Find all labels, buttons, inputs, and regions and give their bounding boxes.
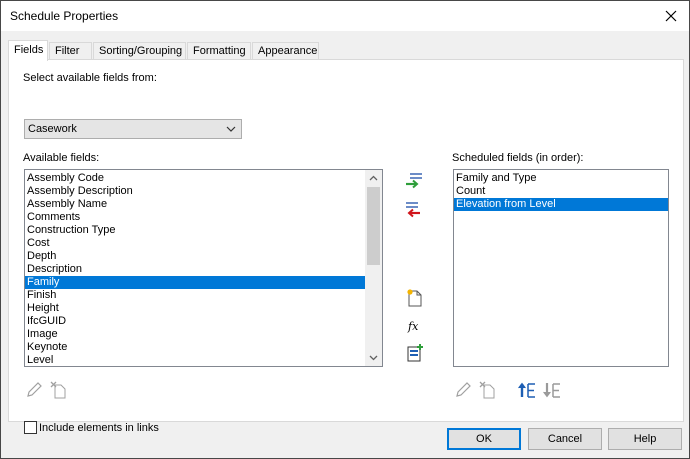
list-item[interactable]: Family and Type bbox=[454, 172, 668, 185]
delete-parameter-icon[interactable] bbox=[49, 380, 69, 400]
list-item[interactable]: Elevation from Level bbox=[454, 198, 668, 211]
list-item[interactable]: Height bbox=[25, 302, 365, 315]
fields-panel: Select available fields from: Casework A… bbox=[8, 59, 684, 434]
help-button[interactable]: Help bbox=[608, 428, 682, 450]
scheduled-fields-label: Scheduled fields (in order): bbox=[452, 152, 584, 164]
tab-fields[interactable]: Fields bbox=[8, 40, 48, 61]
list-item[interactable]: Image bbox=[25, 328, 365, 341]
list-item[interactable]: Assembly Name bbox=[25, 198, 365, 211]
available-fields-list[interactable]: Assembly Code Assembly Description Assembl… bbox=[24, 169, 383, 367]
category-select-value: Casework bbox=[28, 123, 77, 135]
move-down-icon[interactable] bbox=[542, 380, 562, 400]
list-item[interactable]: Finish bbox=[25, 289, 365, 302]
delete-scheduled-field-icon[interactable] bbox=[478, 380, 498, 400]
move-up-icon[interactable] bbox=[517, 380, 537, 400]
edit-parameter-icon[interactable] bbox=[24, 380, 44, 400]
list-item[interactable]: Keynote bbox=[25, 341, 365, 354]
select-fields-label: Select available fields from: bbox=[23, 72, 157, 84]
available-fields-scrollbar[interactable] bbox=[365, 170, 382, 366]
category-select[interactable]: Casework bbox=[24, 119, 242, 139]
list-item[interactable]: Level bbox=[25, 354, 365, 366]
cancel-button[interactable]: Cancel bbox=[528, 428, 602, 450]
list-item[interactable]: Depth bbox=[25, 250, 365, 263]
new-parameter-icon[interactable] bbox=[405, 288, 425, 308]
available-fields-items: Assembly Code Assembly Description Assembl… bbox=[25, 172, 365, 366]
title-bar: Schedule Properties bbox=[0, 0, 690, 31]
list-item[interactable]: Cost bbox=[25, 237, 365, 250]
include-links-label: Include elements in links bbox=[39, 422, 159, 434]
tab-filter[interactable]: Filter bbox=[49, 42, 92, 60]
ok-button[interactable]: OK bbox=[447, 428, 521, 450]
close-icon[interactable] bbox=[661, 6, 681, 26]
list-item[interactable]: Count bbox=[454, 185, 668, 198]
chevron-down-icon bbox=[226, 126, 236, 132]
add-field-icon[interactable] bbox=[404, 171, 424, 191]
tab-formatting[interactable]: Formatting bbox=[187, 42, 251, 60]
edit-scheduled-field-icon[interactable] bbox=[453, 380, 473, 400]
scroll-down-icon[interactable] bbox=[365, 349, 382, 366]
scheduled-fields-items: Family and Type Count Elevation from Level bbox=[454, 172, 668, 211]
calculated-value-icon[interactable]: fx bbox=[405, 316, 425, 336]
dialog-body: Fields Filter Sorting/Grouping Formattin… bbox=[0, 31, 690, 459]
tab-sorting-grouping[interactable]: Sorting/Grouping bbox=[93, 42, 186, 60]
list-item[interactable]: Assembly Code bbox=[25, 172, 365, 185]
scroll-thumb[interactable] bbox=[367, 187, 380, 265]
scheduled-fields-list[interactable]: Family and Type Count Elevation from Level bbox=[453, 169, 669, 367]
list-item[interactable]: IfcGUID bbox=[25, 315, 365, 328]
remove-field-icon[interactable] bbox=[404, 200, 424, 220]
list-item[interactable]: Construction Type bbox=[25, 224, 365, 237]
tab-appearance[interactable]: Appearance bbox=[252, 42, 319, 60]
list-item[interactable]: Family bbox=[25, 276, 365, 289]
include-links-checkbox[interactable] bbox=[24, 421, 37, 434]
available-fields-label: Available fields: bbox=[23, 152, 100, 164]
list-item[interactable]: Assembly Description bbox=[25, 185, 365, 198]
combine-parameters-icon[interactable] bbox=[405, 343, 425, 363]
window-title: Schedule Properties bbox=[10, 9, 119, 23]
list-item[interactable]: Description bbox=[25, 263, 365, 276]
scroll-up-icon[interactable] bbox=[365, 170, 382, 187]
list-item[interactable]: Comments bbox=[25, 211, 365, 224]
svg-text:fx: fx bbox=[407, 320, 419, 333]
